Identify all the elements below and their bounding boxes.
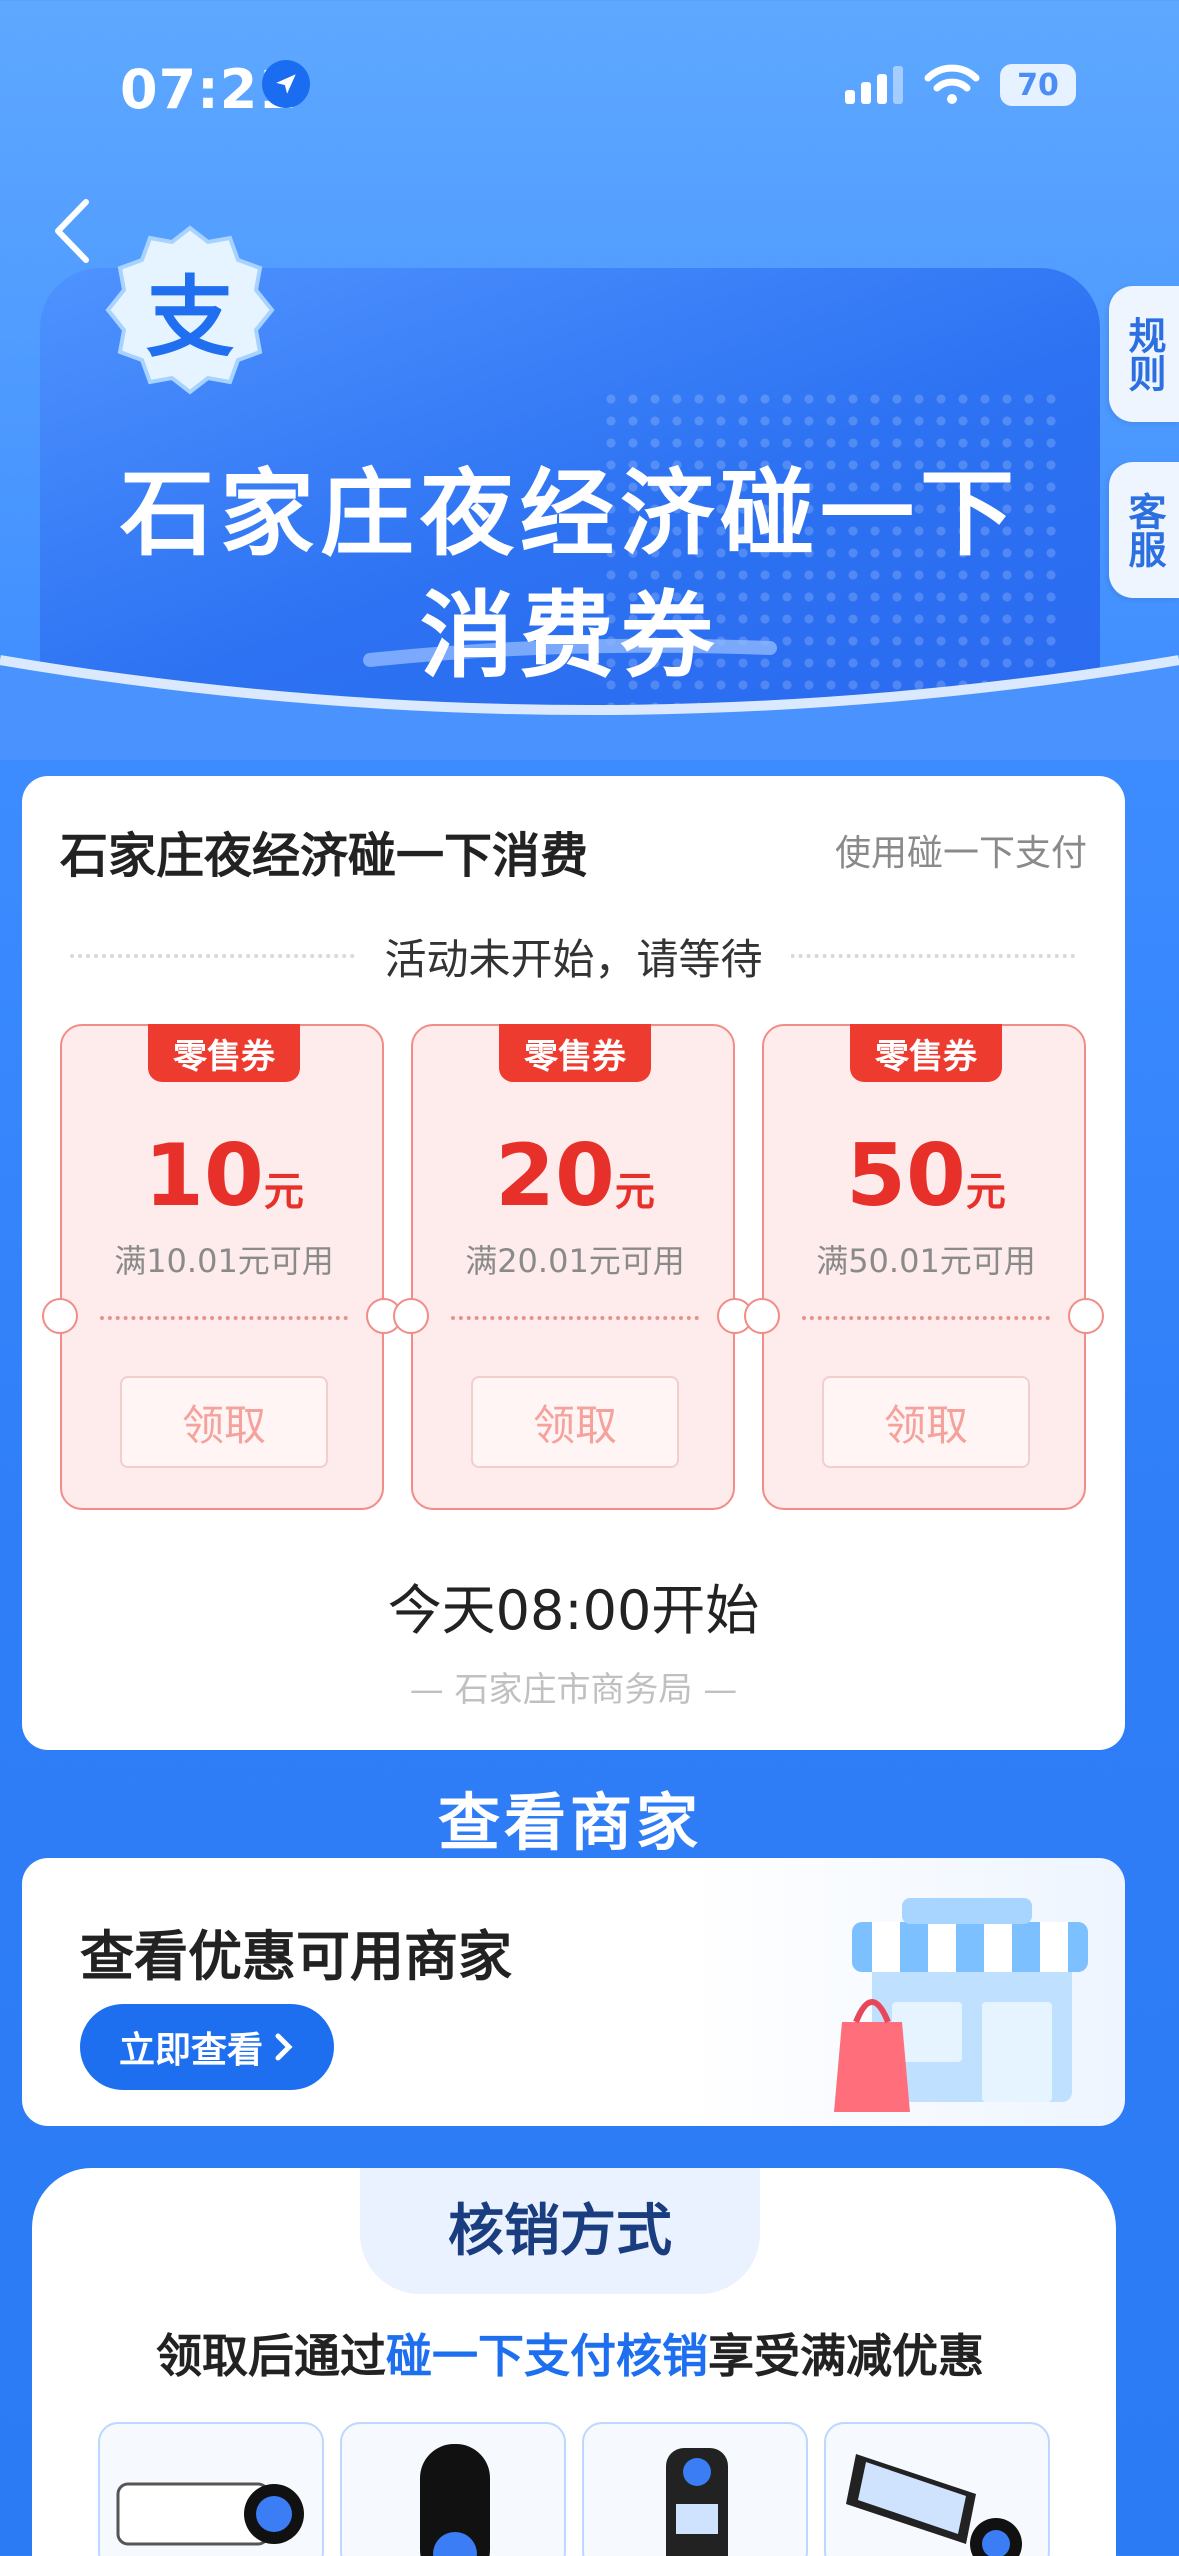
redeem-title: 核销方式: [448, 2199, 672, 2264]
claim-button[interactable]: 领取: [120, 1376, 328, 1468]
coupon-divider: [451, 1316, 699, 1320]
coupon-amount: 10元: [62, 1126, 386, 1226]
storefront-icon: [834, 1898, 1088, 2112]
merchant-card[interactable]: 查看优惠可用商家 立即查看: [22, 1858, 1125, 2126]
view-now-button[interactable]: 立即查看: [80, 2004, 334, 2090]
battery-indicator: 70: [1000, 64, 1076, 106]
claim-button[interactable]: 领取: [822, 1376, 1030, 1468]
start-time: 今天08:00开始: [387, 1579, 760, 1642]
payment-device-image: [824, 2422, 1050, 2556]
activity-title: 石家庄夜经济碰一下消费: [60, 828, 589, 884]
coupon-tag: 零售券: [148, 1024, 300, 1082]
coupon-amount-unit: 元: [614, 1169, 655, 1215]
coupon-tag: 零售券: [499, 1024, 651, 1082]
activity-status: 活动未开始，请等待: [22, 926, 1125, 987]
activity-status-text: 活动未开始，请等待: [356, 935, 791, 984]
organizer-label: — 石家庄市商务局 —: [409, 1670, 738, 1710]
payment-device-image: [98, 2422, 324, 2556]
coupon-divider: [100, 1316, 348, 1320]
rules-tab[interactable]: 规则: [1109, 286, 1179, 422]
customer-service-tab[interactable]: 客服: [1109, 462, 1179, 598]
coupon-card: 零售券 20元 满20.01元可用 领取: [393, 1024, 753, 1510]
activity-card: 石家庄夜经济碰一下消费 使用碰一下支付 活动未开始，请等待 零售券 10元 满1…: [22, 776, 1125, 1750]
coupon-amount-unit: 元: [263, 1169, 304, 1215]
redeem-subtitle-post: 享受满减优惠: [708, 2329, 984, 2383]
alipay-badge-icon: 支: [100, 220, 280, 400]
coupon-amount: 20元: [413, 1126, 737, 1226]
customer-service-tab-label: 客服: [1122, 492, 1166, 568]
hero-title-line1: 石家庄夜经济碰一下: [119, 460, 1020, 569]
chevron-right-icon: [275, 2033, 293, 2061]
alipay-badge-char: 支: [145, 264, 234, 369]
location-arrow-icon: [262, 60, 310, 108]
coupon-amount-value: 20: [495, 1126, 615, 1226]
coupon-condition: 满50.01元可用: [816, 1242, 1036, 1280]
coupon-card: 零售券 10元 满10.01元可用 领取: [42, 1024, 402, 1510]
payment-device-image: [582, 2422, 808, 2556]
hero-title-line2: 消费券: [419, 582, 720, 691]
wifi-icon: [924, 62, 980, 110]
coupon-divider: [802, 1316, 1050, 1320]
coupon-amount-value: 10: [144, 1126, 264, 1226]
coupon-card: 零售券 50元 满50.01元可用 领取: [744, 1024, 1104, 1510]
coupon-amount-unit: 元: [965, 1169, 1006, 1215]
merchant-card-title: 查看优惠可用商家: [80, 1925, 512, 1988]
redeem-subtitle-pre: 领取后通过: [156, 2329, 386, 2383]
cellular-signal-icon: [845, 64, 903, 104]
payment-device-image: [340, 2422, 566, 2556]
coupon-tag: 零售券: [850, 1024, 1002, 1082]
coupon-amount-value: 50: [846, 1126, 966, 1226]
back-chevron-icon[interactable]: [48, 196, 98, 266]
claim-button[interactable]: 领取: [471, 1376, 679, 1468]
coupon-condition: 满20.01元可用: [465, 1242, 685, 1280]
redeem-subtitle: 领取后通过碰一下支付核销享受满减优惠: [0, 2320, 1140, 2386]
view-now-label: 立即查看: [118, 2030, 263, 2071]
section-title-merchants: 查看商家: [437, 1786, 702, 1859]
pay-method-link[interactable]: 使用碰一下支付: [835, 824, 1087, 876]
coupon-condition: 满10.01元可用: [114, 1242, 334, 1280]
rules-tab-label: 规则: [1122, 316, 1166, 392]
redeem-subtitle-highlight: 碰一下支付核销: [386, 2329, 708, 2383]
coupon-amount: 50元: [764, 1126, 1088, 1226]
